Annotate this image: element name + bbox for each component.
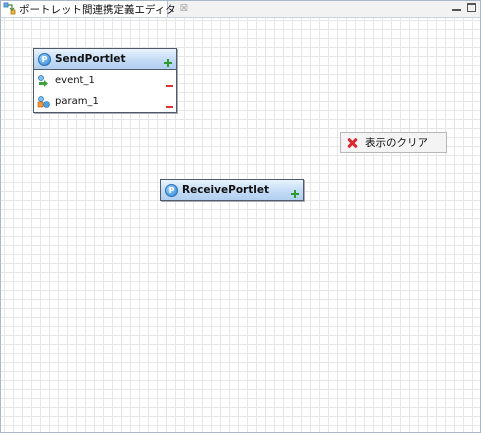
portlet-link-editor: ポートレット間連携定義エディタ ☒ P SendPortlet event_1 … (0, 0, 481, 433)
portlet-icon: P (165, 183, 178, 197)
editor-tab-bar: ポートレット間連携定義エディタ ☒ (1, 1, 480, 18)
list-item-event-1[interactable]: event_1 (34, 70, 176, 91)
clear-display-label: 表示のクリア (365, 137, 428, 149)
send-portlet-params: event_1 param_1 (34, 69, 176, 112)
minimize-icon[interactable] (452, 4, 461, 11)
maximize-icon[interactable] (467, 3, 476, 12)
receive-portlet-title: ReceivePortlet (182, 184, 269, 196)
send-portlet-node[interactable]: P SendPortlet event_1 param_1 (33, 48, 177, 113)
clear-display-button[interactable]: 表示のクリア (340, 132, 447, 153)
diagram-canvas[interactable]: P SendPortlet event_1 param_1 P ReceiveP… (1, 18, 480, 432)
add-parameter-icon[interactable] (291, 190, 299, 198)
editor-tab[interactable]: ポートレット間連携定義エディタ ☒ (1, 1, 188, 17)
tab-close-icon[interactable]: ☒ (180, 4, 188, 14)
event-label: event_1 (55, 75, 95, 86)
portlet-icon: P (38, 52, 51, 66)
editor-icon (3, 2, 17, 16)
editor-tab-label: ポートレット間連携定義エディタ (19, 3, 176, 16)
send-portlet-header[interactable]: P SendPortlet (34, 49, 176, 69)
red-x-icon (347, 138, 357, 148)
event-icon (37, 74, 50, 87)
send-portlet-title: SendPortlet (55, 53, 126, 65)
remove-param-icon[interactable] (166, 106, 173, 108)
receive-portlet-header[interactable]: P ReceivePortlet (161, 180, 303, 200)
add-parameter-icon[interactable] (164, 59, 172, 67)
param-icon (37, 95, 50, 108)
list-item-param-1[interactable]: param_1 (34, 91, 176, 112)
remove-event-icon[interactable] (166, 85, 173, 87)
param-label: param_1 (55, 96, 99, 107)
window-controls (452, 3, 476, 12)
receive-portlet-node[interactable]: P ReceivePortlet (160, 179, 304, 201)
